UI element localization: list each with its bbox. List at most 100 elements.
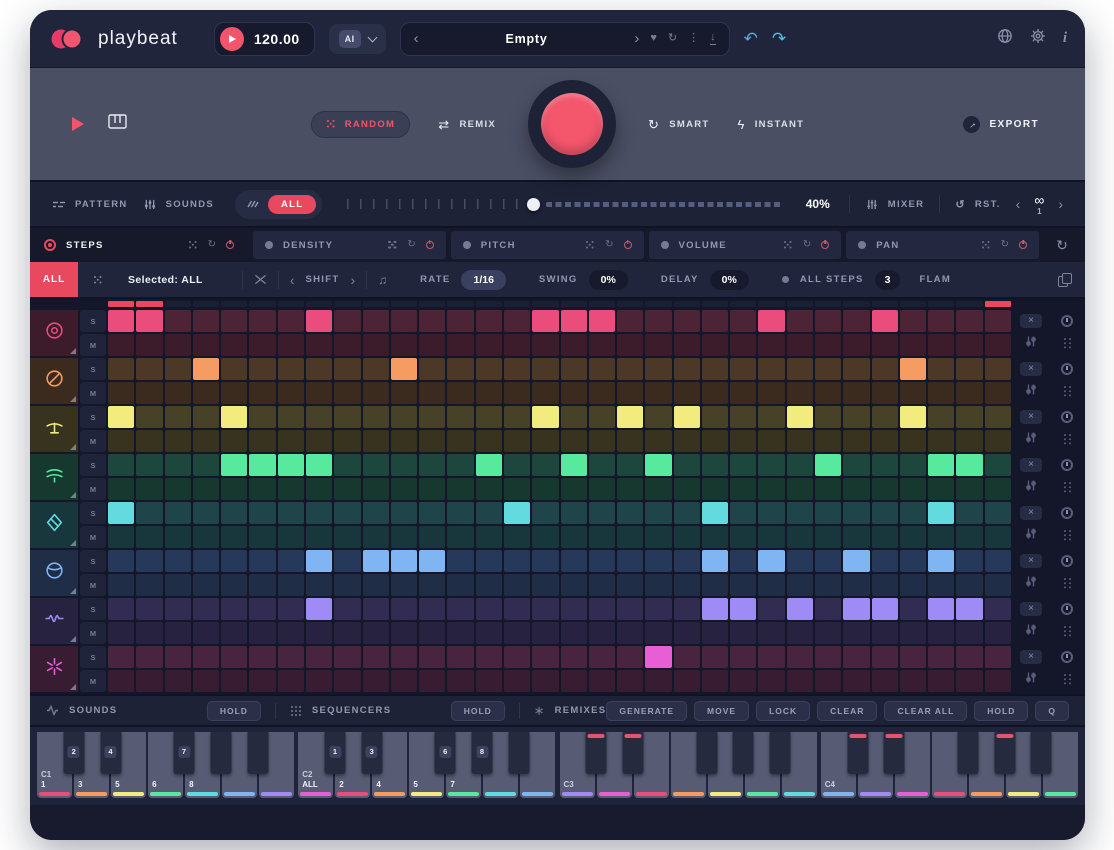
row-sliders-icon[interactable]: [1024, 671, 1038, 689]
row-sliders-icon[interactable]: [1024, 479, 1038, 497]
instrument-tom[interactable]: [30, 550, 78, 596]
mute-step-shaker-12[interactable]: [419, 526, 445, 548]
step-fx-31[interactable]: [956, 646, 982, 668]
mute-step-closed-hat-12[interactable]: [419, 430, 445, 452]
play-icon[interactable]: [220, 27, 244, 51]
mute-step-shaker-10[interactable]: [363, 526, 389, 548]
mute-step-fx-21[interactable]: [674, 670, 700, 692]
step-kick-20[interactable]: [645, 310, 671, 332]
all-steps-value[interactable]: 3: [875, 270, 901, 290]
step-kick-3[interactable]: [165, 310, 191, 332]
mute-step-shaker-1[interactable]: [108, 526, 134, 548]
mute-button-snare[interactable]: M: [80, 382, 106, 404]
step-kick-14[interactable]: [476, 310, 502, 332]
step-open-hat-8[interactable]: [306, 454, 332, 476]
step-open-hat-25[interactable]: [787, 454, 813, 476]
mute-step-shaker-27[interactable]: [843, 526, 869, 548]
mute-step-kick-31[interactable]: [956, 334, 982, 356]
mute-step-fx-7[interactable]: [278, 670, 304, 692]
mute-step-fx-28[interactable]: [872, 670, 898, 692]
loop-prev-icon[interactable]: ‹: [1016, 197, 1021, 211]
clear-row-icon[interactable]: ×: [1020, 602, 1042, 616]
row-drag-icon[interactable]: [1063, 481, 1072, 494]
mute-step-tom-32[interactable]: [985, 574, 1011, 596]
step-kick-7[interactable]: [278, 310, 304, 332]
step-shaker-25[interactable]: [787, 502, 813, 524]
step-kick-29[interactable]: [900, 310, 926, 332]
step-tom-15[interactable]: [504, 550, 530, 572]
mute-step-shaker-24[interactable]: [758, 526, 784, 548]
dice-icon[interactable]: [981, 240, 991, 250]
step-fx-28[interactable]: [872, 646, 898, 668]
mute-step-kick-24[interactable]: [758, 334, 784, 356]
mute-step-open-hat-25[interactable]: [787, 478, 813, 500]
step-kick-23[interactable]: [730, 310, 756, 332]
step-tom-25[interactable]: [787, 550, 813, 572]
mute-step-fx-12[interactable]: [419, 670, 445, 692]
mute-step-open-hat-17[interactable]: [561, 478, 587, 500]
mute-step-snare-3[interactable]: [165, 382, 191, 404]
q-button[interactable]: Q: [1035, 701, 1069, 721]
step-fx-29[interactable]: [900, 646, 926, 668]
row-knob-icon[interactable]: [1061, 555, 1073, 567]
mute-button-closed-hat[interactable]: M: [80, 430, 106, 452]
step-fx-12[interactable]: [419, 646, 445, 668]
mute-step-snare-24[interactable]: [758, 382, 784, 404]
step-closed-hat-6[interactable]: [249, 406, 275, 428]
mute-step-open-hat-27[interactable]: [843, 478, 869, 500]
step-shaker-30[interactable]: [928, 502, 954, 524]
step-tom-1[interactable]: [108, 550, 134, 572]
refresh-all-icon[interactable]: ↻: [1044, 231, 1080, 259]
step-open-hat-15[interactable]: [504, 454, 530, 476]
mute-step-kick-23[interactable]: [730, 334, 756, 356]
mute-step-fx-8[interactable]: [306, 670, 332, 692]
expand-corner-icon[interactable]: [70, 684, 76, 690]
step-closed-hat-2[interactable]: [136, 406, 162, 428]
mute-step-snare-31[interactable]: [956, 382, 982, 404]
mute-button-synth[interactable]: M: [80, 622, 106, 644]
step-shaker-15[interactable]: [504, 502, 530, 524]
mute-step-open-hat-31[interactable]: [956, 478, 982, 500]
instrument-synth[interactable]: [30, 598, 78, 644]
mute-step-closed-hat-6[interactable]: [249, 430, 275, 452]
step-synth-16[interactable]: [532, 598, 558, 620]
black-key[interactable]: [1031, 732, 1052, 774]
step-snare-8[interactable]: [306, 358, 332, 380]
mute-step-fx-32[interactable]: [985, 670, 1011, 692]
mute-step-snare-9[interactable]: [334, 382, 360, 404]
mute-step-closed-hat-27[interactable]: [843, 430, 869, 452]
step-kick-17[interactable]: [561, 310, 587, 332]
step-synth-21[interactable]: [674, 598, 700, 620]
step-closed-hat-10[interactable]: [363, 406, 389, 428]
loop-icon[interactable]: ↻: [803, 240, 811, 250]
clear-row-icon[interactable]: ×: [1020, 314, 1042, 328]
step-tom-4[interactable]: [193, 550, 219, 572]
midi-keys-icon[interactable]: [108, 114, 127, 134]
param-dot-icon[interactable]: [463, 241, 471, 249]
step-synth-3[interactable]: [165, 598, 191, 620]
step-fx-10[interactable]: [363, 646, 389, 668]
step-snare-3[interactable]: [165, 358, 191, 380]
step-synth-9[interactable]: [334, 598, 360, 620]
step-snare-27[interactable]: [843, 358, 869, 380]
step-shaker-12[interactable]: [419, 502, 445, 524]
reload-preset-icon[interactable]: ↻: [668, 33, 677, 44]
step-fx-16[interactable]: [532, 646, 558, 668]
step-shaker-2[interactable]: [136, 502, 162, 524]
mute-step-open-hat-14[interactable]: [476, 478, 502, 500]
step-closed-hat-7[interactable]: [278, 406, 304, 428]
step-kick-28[interactable]: [872, 310, 898, 332]
mute-step-tom-3[interactable]: [165, 574, 191, 596]
mute-step-shaker-22[interactable]: [702, 526, 728, 548]
mute-step-fx-5[interactable]: [221, 670, 247, 692]
step-kick-27[interactable]: [843, 310, 869, 332]
mute-button-open-hat[interactable]: M: [80, 478, 106, 500]
mute-step-closed-hat-26[interactable]: [815, 430, 841, 452]
mute-step-tom-9[interactable]: [334, 574, 360, 596]
row-sliders-icon[interactable]: [1024, 335, 1038, 353]
mute-step-closed-hat-18[interactable]: [589, 430, 615, 452]
solo-button-tom[interactable]: S: [80, 550, 106, 572]
step-tom-2[interactable]: [136, 550, 162, 572]
mute-step-fx-10[interactable]: [363, 670, 389, 692]
step-snare-29[interactable]: [900, 358, 926, 380]
